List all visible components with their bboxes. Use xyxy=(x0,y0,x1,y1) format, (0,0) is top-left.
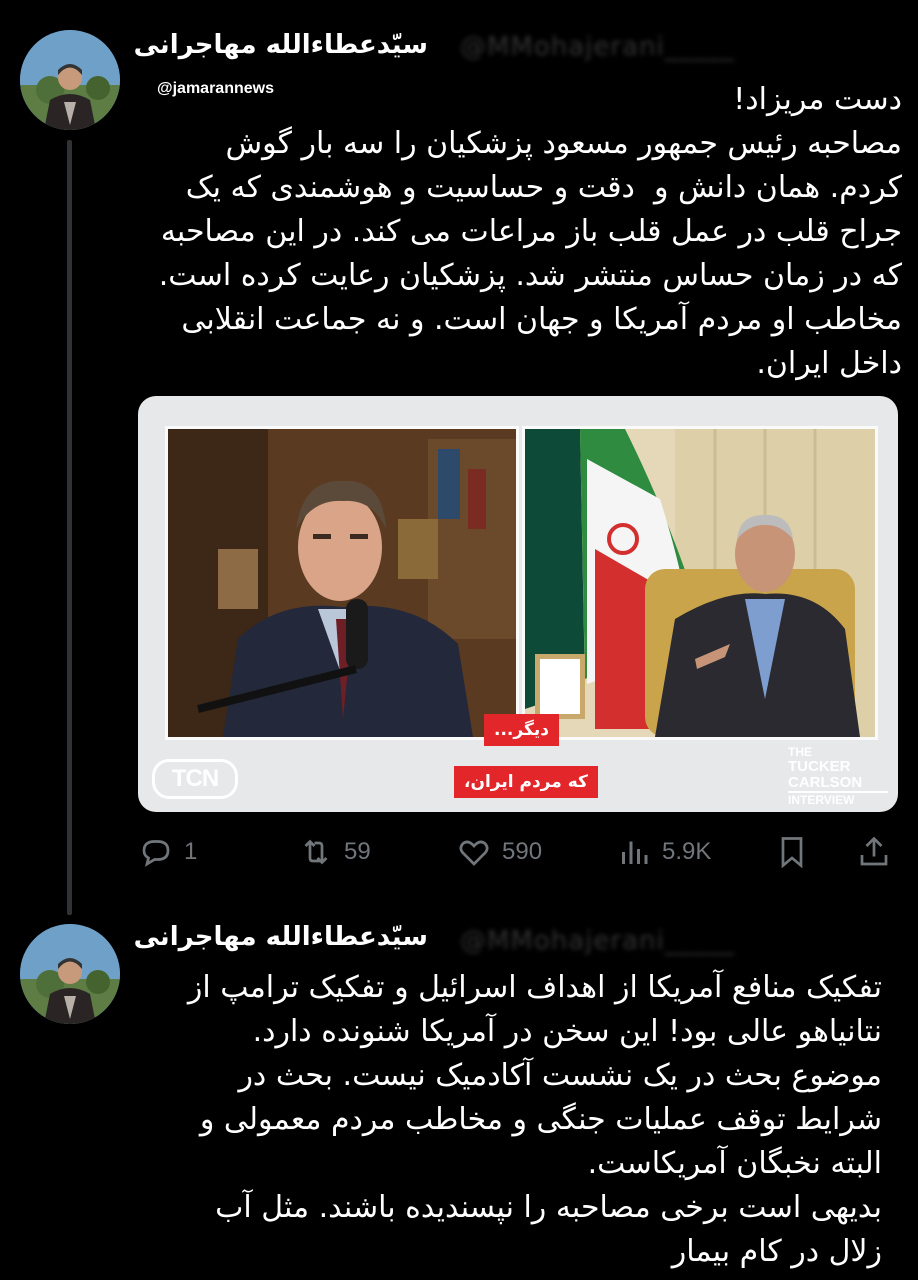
tweet-text: تفکیک منافع آمریکا از اهداف اسرائیل و تف… xyxy=(187,970,882,1269)
like-button[interactable]: 590 xyxy=(456,832,542,872)
reply-button[interactable]: 1 xyxy=(138,832,197,872)
heart-icon xyxy=(459,840,489,866)
thread-line xyxy=(67,140,72,915)
author-name[interactable]: سیّدعطاءالله مهاجرانی xyxy=(134,922,428,952)
timeline: سیّدعطاءالله مهاجرانی @MMohajerani_____ … xyxy=(0,0,918,1280)
like-count: 590 xyxy=(502,838,543,865)
views-chart-icon xyxy=(622,841,648,864)
video-frame-host xyxy=(165,426,519,740)
tweet-action-bar: 1 59 590 5.9K xyxy=(138,832,898,872)
author-name[interactable]: سیّدعطاءالله مهاجرانی xyxy=(134,30,428,60)
repost-count: 59 xyxy=(344,838,371,865)
reply-count: 1 xyxy=(184,838,198,865)
repost-button[interactable]: 59 xyxy=(298,832,371,872)
reply-icon xyxy=(142,840,170,867)
repost-icon xyxy=(304,839,328,865)
tucker-carlson-interview-logo: THE TUCKER CARLSON INTERVIEW xyxy=(788,746,888,807)
tcn-logo: TCN xyxy=(152,759,238,799)
video-frame-guest xyxy=(522,426,878,740)
bookmark-button[interactable] xyxy=(774,832,810,872)
subtitle-caption-line2: که مردم ایران، xyxy=(454,766,598,798)
tweet-text: دست مریزاد! مصاحبه رئیس جمهور مسعود پزشک… xyxy=(158,82,902,381)
author-avatar[interactable] xyxy=(20,924,120,1024)
share-icon xyxy=(860,836,888,866)
bookmark-icon xyxy=(781,837,803,869)
author-avatar[interactable] xyxy=(20,30,120,130)
author-handle-redacted: @MMohajerani_____ xyxy=(460,32,735,62)
tweet-media[interactable]: دیگر... که مردم ایران، TCN THE TUCKER CA… xyxy=(138,396,898,812)
subtitle-caption-line1: دیگر... xyxy=(484,714,559,746)
views-button[interactable]: 5.9K xyxy=(616,832,711,872)
share-button[interactable] xyxy=(856,832,892,872)
views-count: 5.9K xyxy=(662,838,712,865)
author-handle-redacted: @MMohajerani_____ xyxy=(460,926,735,956)
